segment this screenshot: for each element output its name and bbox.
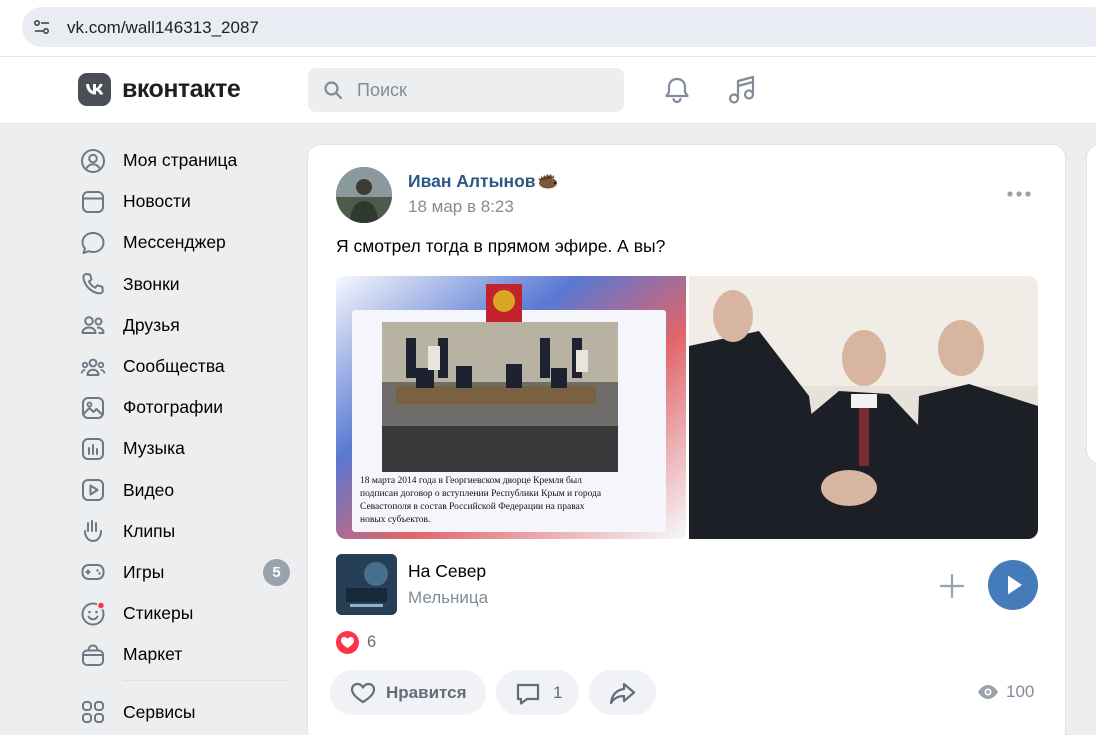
gamepad-icon <box>81 564 105 581</box>
sidebar-item-label: Клипы <box>123 520 176 541</box>
like-button-label: Нравится <box>386 682 467 702</box>
friends-icon <box>81 316 105 335</box>
services-grid-icon <box>82 701 104 724</box>
sidebar-item-photos[interactable]: Фотографии <box>80 387 295 428</box>
post-author-link[interactable]: Иван Алтынов <box>408 171 536 192</box>
sidebar-item-label: Музыка <box>123 438 185 459</box>
phone-icon <box>82 273 104 295</box>
sidebar-item-games[interactable]: Игры 5 <box>80 552 295 593</box>
browser-toolbar: vk.com/wall146313_2087 <box>0 0 1096 57</box>
svg-text:подписан договор о вступлении: подписан договор о вступлении Республики… <box>360 488 602 499</box>
share-button[interactable] <box>589 670 656 715</box>
right-column-card <box>1086 144 1096 464</box>
market-bag-icon <box>82 644 104 666</box>
audio-artist-name[interactable]: Мельница <box>408 588 488 608</box>
left-sidebar: Моя страница Новости Мессенджер Звонки Д… <box>80 140 295 733</box>
post-text: Я смотрел тогда в прямом эфире. А вы? <box>336 236 666 256</box>
share-arrow-icon <box>609 682 636 704</box>
newsfeed-icon <box>82 190 104 213</box>
add-plus-icon[interactable] <box>939 573 965 599</box>
hedgehog-emoji-icon <box>538 174 557 189</box>
vk-logo-icon[interactable] <box>78 73 111 106</box>
sidebar-item-music[interactable]: Музыка <box>80 428 295 469</box>
music-note-icon[interactable] <box>727 74 757 106</box>
sidebar-item-label: Мессенджер <box>123 232 226 253</box>
games-count-badge: 5 <box>263 558 290 586</box>
sidebar-item-messenger[interactable]: Мессенджер <box>80 222 295 263</box>
sidebar-item-stickers[interactable]: Стикеры <box>80 593 295 634</box>
sidebar-item-label: Моя страница <box>123 150 238 171</box>
sidebar-item-label: Сервисы <box>123 701 196 722</box>
sidebar-item-label: Сообщества <box>123 356 225 377</box>
sidebar-item-services[interactable]: Сервисы <box>80 691 295 732</box>
sidebar-item-label: Игры <box>123 561 165 582</box>
views-count: 100 <box>1006 682 1035 701</box>
sidebar-item-label: Новости <box>123 191 191 212</box>
audio-cover-art[interactable] <box>336 554 397 615</box>
like-button[interactable]: Нравится <box>330 670 486 715</box>
clips-icon <box>84 520 102 543</box>
video-play-icon <box>82 479 104 502</box>
vk-logo-text[interactable]: вконтакте <box>122 75 241 104</box>
wall-post: Иван Алтынов 18 мар в 8:23 Я смотрел тог… <box>307 144 1066 735</box>
sidebar-item-my-page[interactable]: Моя страница <box>80 140 295 181</box>
message-bubble-icon <box>81 231 105 254</box>
sidebar-item-label: Фотографии <box>123 397 224 418</box>
sidebar-item-calls[interactable]: Звонки <box>80 264 295 305</box>
music-bars-icon <box>82 437 104 460</box>
sidebar-divider <box>123 680 287 682</box>
sidebar-item-label: Звонки <box>123 273 180 294</box>
address-bar[interactable]: vk.com/wall146313_2087 <box>22 7 1096 47</box>
more-dots-icon[interactable] <box>1006 189 1032 199</box>
audio-play-button[interactable] <box>988 560 1038 610</box>
sidebar-item-clips[interactable]: Клипы <box>80 511 295 552</box>
url-text[interactable]: vk.com/wall146313_2087 <box>67 18 259 38</box>
svg-text:18 марта 2014 года в Георгиевс: 18 марта 2014 года в Георгиевском дворце… <box>360 475 582 486</box>
search-icon <box>324 81 343 100</box>
heart-outline-icon <box>350 682 376 703</box>
search-placeholder: Поиск <box>357 80 407 100</box>
communities-icon <box>80 358 106 376</box>
search-input[interactable]: Поиск <box>308 68 624 112</box>
photos-icon <box>82 396 104 419</box>
sidebar-item-label: Стикеры <box>123 603 194 624</box>
views-eye-icon <box>978 685 998 699</box>
notifications-bell-icon[interactable] <box>662 75 692 105</box>
author-avatar[interactable] <box>336 167 392 223</box>
post-photo-handshake[interactable] <box>689 276 1038 539</box>
sidebar-item-news[interactable]: Новости <box>80 181 295 222</box>
sidebar-item-label: Видео <box>123 479 175 500</box>
svg-text:новых субъектов.: новых субъектов. <box>360 514 430 525</box>
comment-button[interactable]: 1 <box>496 670 579 715</box>
post-date[interactable]: 18 мар в 8:23 <box>408 197 514 217</box>
user-circle-icon <box>81 148 105 173</box>
sidebar-item-market[interactable]: Маркет <box>80 634 295 675</box>
site-settings-icon[interactable] <box>33 18 51 36</box>
play-icon <box>1008 575 1022 595</box>
comments-count: 1 <box>553 682 563 702</box>
sidebar-item-video[interactable]: Видео <box>80 470 295 511</box>
sticker-smile-icon <box>81 600 106 626</box>
comment-icon <box>516 683 540 705</box>
site-header: вконтакте Поиск <box>0 57 1096 124</box>
likes-count[interactable]: 6 <box>367 633 376 652</box>
heart-reaction-icon[interactable] <box>336 631 359 654</box>
sidebar-item-label: Друзья <box>123 314 180 335</box>
audio-track-title[interactable]: На Север <box>408 561 486 582</box>
sidebar-item-label: Маркет <box>123 644 183 665</box>
svg-text:Севастополя в состав Российско: Севастополя в состав Российской Федераци… <box>360 501 585 512</box>
post-photo-signing[interactable]: 18 марта 2014 года в Георгиевском дворце… <box>336 276 686 539</box>
sidebar-item-communities[interactable]: Сообщества <box>80 346 295 387</box>
sidebar-item-friends[interactable]: Друзья <box>80 305 295 346</box>
